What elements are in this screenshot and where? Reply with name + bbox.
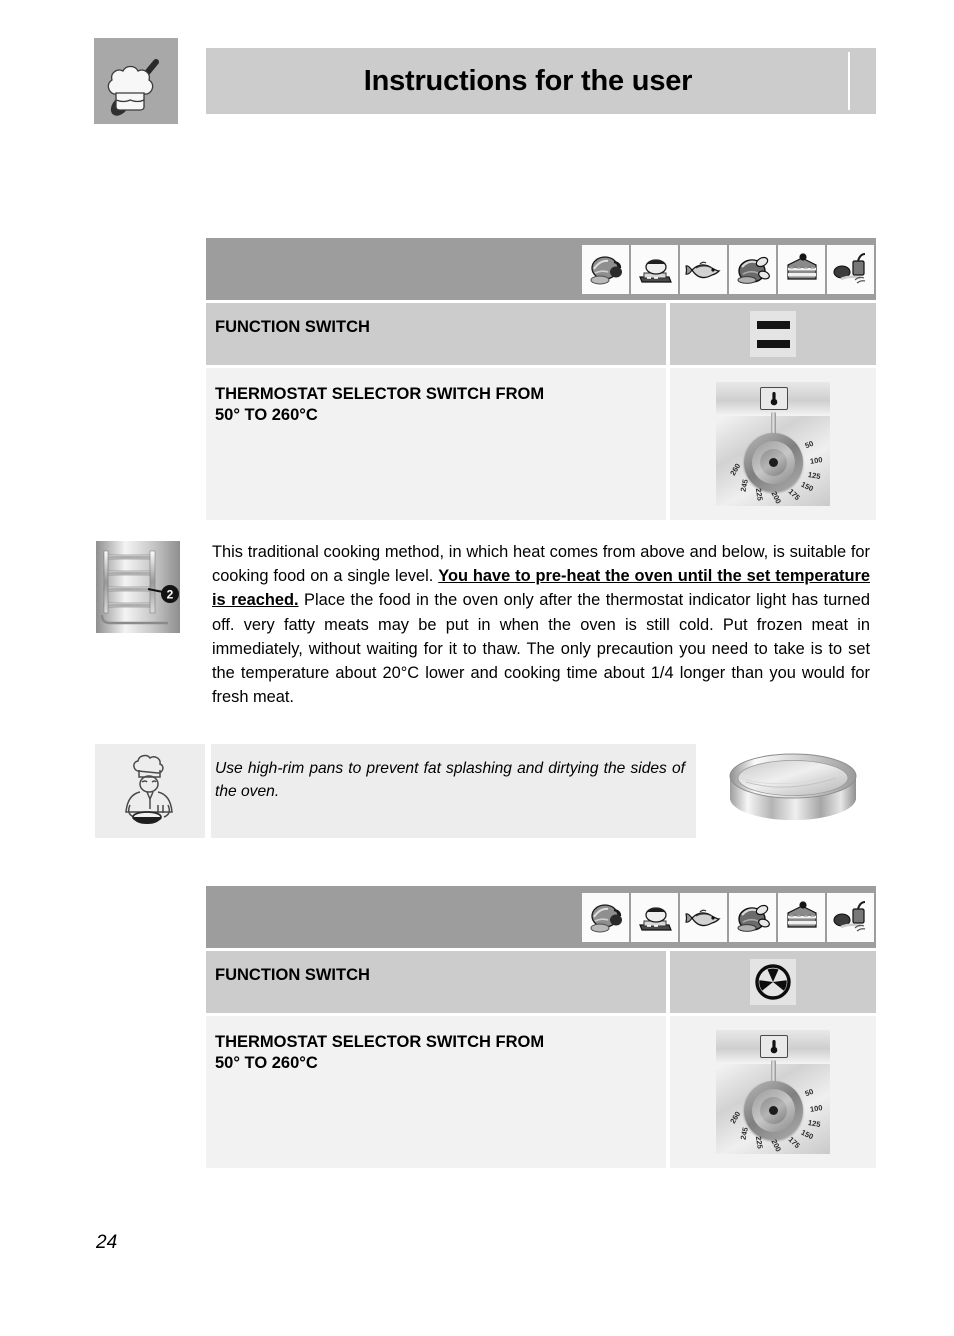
page-header: Instructions for the user xyxy=(94,38,876,124)
function-switch-row: FUNCTION SWITCH xyxy=(206,951,876,1013)
thermostat-row: THERMOSTAT SELECTOR SWITCH FROM 50° TO 2… xyxy=(206,368,876,520)
thermostat-label-line2: 50° TO 260°C xyxy=(215,1054,318,1072)
knob-tick-225: 225 xyxy=(753,487,765,502)
knob-tick-175: 175 xyxy=(786,1134,802,1151)
roast-chicken-icon xyxy=(729,244,776,294)
roast-chicken-icon xyxy=(729,892,776,942)
knob-tick-260: 260 xyxy=(728,461,743,478)
body-text-part2: Place the food in the oven only after th… xyxy=(212,591,871,707)
chef-figure-icon xyxy=(95,744,205,838)
thermostat-label-line2: 50° TO 260°C xyxy=(215,406,318,424)
knob-tick-200: 200 xyxy=(769,1137,784,1154)
knob-tick-245: 245 xyxy=(738,478,750,493)
cake-slice-icon xyxy=(778,244,825,294)
tip-text-box: Use high-rim pans to prevent fat splashi… xyxy=(211,744,696,838)
thermostat-knob-cell: 50 100 125 150 175 200 225 245 260 xyxy=(670,1016,876,1168)
knob-tick-175: 175 xyxy=(786,486,802,503)
thermometer-icon xyxy=(760,1035,788,1058)
document-page: Instructions for the user FUNCTION SWITC… xyxy=(0,0,954,1336)
knob-mid-ring xyxy=(752,441,795,484)
thermostat-label-line1: THERMOSTAT SELECTOR SWITCH FROM xyxy=(215,385,545,403)
table-fan-assisted-cooking: FUNCTION SWITCH THERMOSTAT SELECTOR SWIT… xyxy=(206,886,876,1168)
knob-center-dot xyxy=(769,458,778,467)
knob-tick-50: 50 xyxy=(803,1086,815,1099)
thermostat-knob-cell: 50 100 125 150 175 200 225 245 260 xyxy=(670,368,876,520)
table-conventional-cooking: FUNCTION SWITCH THERMOSTAT SELECTOR SWIT… xyxy=(206,238,876,520)
rack-level-badge: 2 xyxy=(167,588,174,602)
cake-slice-icon xyxy=(778,892,825,942)
fish-icon xyxy=(680,892,727,942)
knob-tick-225: 225 xyxy=(753,1135,765,1150)
knob-tick-200: 200 xyxy=(769,489,784,506)
tip-text: Use high-rim pans to prevent fat splashi… xyxy=(215,760,685,800)
function-switch-label: FUNCTION SWITCH xyxy=(206,303,666,365)
thermostat-row: THERMOSTAT SELECTOR SWITCH FROM 50° TO 2… xyxy=(206,1016,876,1168)
knob-center-dot xyxy=(769,1106,778,1115)
fan-icon xyxy=(750,959,796,1005)
header-banner: Instructions for the user xyxy=(206,48,876,114)
table-header-band xyxy=(206,238,876,300)
body-paragraph: This traditional cooking method, in whic… xyxy=(212,540,870,709)
function-switch-label: FUNCTION SWITCH xyxy=(206,951,666,1013)
chef-hat-spoon-icon xyxy=(94,38,178,124)
knob-tick-50: 50 xyxy=(803,438,815,451)
page-number: 24 xyxy=(96,1232,118,1253)
ham-roast-icon xyxy=(582,892,629,942)
page-title: Instructions for the user xyxy=(363,64,693,97)
knob-body xyxy=(744,433,803,492)
vegetables-icon xyxy=(827,244,874,294)
knob-tick-260: 260 xyxy=(728,1109,743,1126)
knob-tick-245: 245 xyxy=(738,1126,750,1141)
fish-icon xyxy=(680,244,727,294)
food-icon-strip xyxy=(582,244,874,294)
table-header-band xyxy=(206,886,876,948)
thermostat-knob: 50 100 125 150 175 200 225 245 260 xyxy=(716,1030,830,1154)
thermostat-knob: 50 100 125 150 175 200 225 245 260 xyxy=(716,382,830,506)
bread-loaf-icon xyxy=(631,892,678,942)
two-bars-icon xyxy=(750,311,796,357)
knob-tick-125: 125 xyxy=(807,1117,822,1130)
bread-loaf-icon xyxy=(631,244,678,294)
knob-body xyxy=(744,1081,803,1140)
header-divider xyxy=(848,52,850,110)
thermostat-label: THERMOSTAT SELECTOR SWITCH FROM 50° TO 2… xyxy=(206,1016,666,1168)
oven-shelf-rack-image: 2 xyxy=(96,541,180,633)
thermometer-icon xyxy=(760,387,788,410)
knob-tick-125: 125 xyxy=(807,469,822,482)
ham-roast-icon xyxy=(582,244,629,294)
function-switch-symbol-cell xyxy=(670,303,876,365)
knob-inner-ring xyxy=(760,1097,787,1124)
knob-tick-150: 150 xyxy=(799,479,815,494)
food-icon-strip xyxy=(582,892,874,942)
knob-inner-ring xyxy=(760,449,787,476)
vegetables-icon xyxy=(827,892,874,942)
knob-mid-ring xyxy=(752,1089,795,1132)
knob-tick-150: 150 xyxy=(799,1127,815,1142)
knob-tick-100: 100 xyxy=(809,455,824,466)
function-switch-symbol-cell xyxy=(670,951,876,1013)
thermostat-label-line1: THERMOSTAT SELECTOR SWITCH FROM xyxy=(215,1033,545,1051)
function-switch-row: FUNCTION SWITCH xyxy=(206,303,876,365)
knob-tick-100: 100 xyxy=(809,1103,824,1114)
round-high-rim-pan-image xyxy=(710,748,876,834)
thermostat-label: THERMOSTAT SELECTOR SWITCH FROM 50° TO 2… xyxy=(206,368,666,520)
